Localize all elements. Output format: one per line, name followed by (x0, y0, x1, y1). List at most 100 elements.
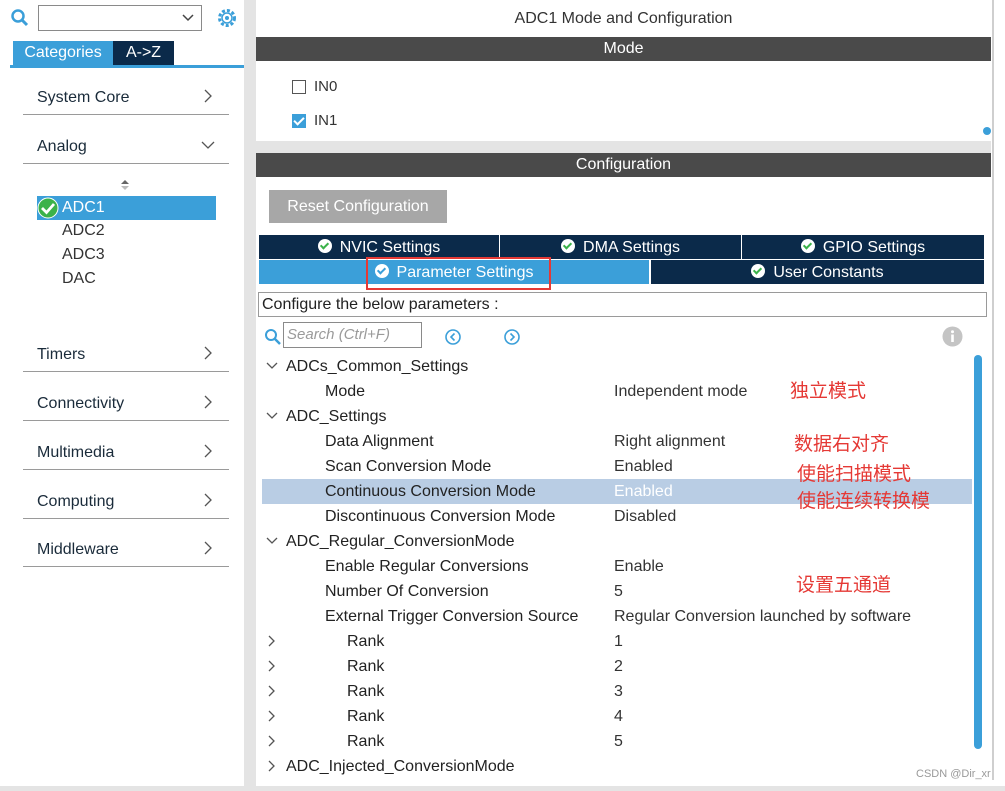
category-tabs: Categories A->Z (10, 41, 244, 68)
chevron-right-icon (204, 493, 212, 507)
vertical-scrollbar[interactable] (974, 355, 982, 749)
param-value[interactable]: 4 (614, 704, 623, 729)
tab-label: GPIO Settings (822, 239, 926, 256)
chevron-right-icon[interactable] (266, 710, 278, 722)
peripheral-adc1[interactable]: ADC1 (37, 196, 216, 220)
param-name: External Trigger Conversion Source (325, 608, 579, 625)
param-value[interactable]: 5 (614, 729, 623, 754)
param-value[interactable]: 5 (614, 579, 623, 604)
parameters-description: Configure the below parameters : (258, 292, 987, 317)
param-value[interactable]: Disabled (614, 504, 676, 529)
chevron-right-icon[interactable] (266, 635, 278, 647)
tab-categories[interactable]: Categories (13, 41, 113, 65)
peripheral-label: ADC2 (62, 222, 105, 239)
param-value[interactable]: Enable (614, 554, 664, 579)
highlight-box (366, 257, 551, 290)
chevron-right-icon[interactable] (266, 685, 278, 697)
panel-divider[interactable] (244, 0, 256, 791)
chevron-right-icon[interactable] (266, 735, 278, 747)
category-system-core[interactable]: System Core (23, 85, 229, 115)
mode-checkbox-in0[interactable]: IN0 (292, 76, 337, 98)
checkbox-checked[interactable] (292, 114, 306, 128)
check-circle-icon (37, 197, 59, 219)
param-group-adc-regular-conversionmode[interactable]: ADC_Regular_ConversionMode (262, 529, 972, 554)
param-value[interactable]: Independent mode (614, 379, 747, 404)
param-value[interactable]: Enabled (614, 454, 673, 479)
chevron-down-icon[interactable] (266, 360, 278, 372)
category-computing[interactable]: Computing (23, 489, 229, 519)
tab-dma-settings[interactable]: DMA Settings (500, 235, 741, 259)
category-middleware[interactable]: Middleware (23, 537, 229, 567)
peripheral-label: DAC (62, 270, 96, 287)
chevron-right-icon[interactable] (266, 760, 278, 772)
chevron-down-icon[interactable] (266, 410, 278, 422)
param-row-external-trigger-conversion-source[interactable]: External Trigger Conversion Source Regul… (262, 604, 972, 629)
gear-icon[interactable] (215, 6, 239, 30)
watermark: CSDN @Dir_xr (916, 768, 991, 780)
param-name: Mode (325, 383, 366, 400)
annotation-text: 设置五通道 (796, 574, 892, 596)
checkbox-label: IN1 (314, 112, 338, 129)
splitter[interactable] (256, 141, 991, 153)
category-label: Computing (37, 493, 115, 510)
peripheral-label: ADC3 (62, 246, 105, 263)
category-multimedia[interactable]: Multimedia (23, 440, 229, 470)
param-value[interactable]: Right alignment (614, 429, 725, 454)
peripheral-adc2[interactable]: ADC2 (37, 219, 216, 243)
tab-a-to-z[interactable]: A->Z (113, 41, 174, 65)
previous-icon[interactable] (444, 328, 462, 346)
tab-gpio-settings[interactable]: GPIO Settings (742, 235, 984, 259)
search-input[interactable] (38, 5, 202, 31)
param-name: Scan Conversion Mode (325, 458, 492, 475)
parameter-search-input[interactable]: Search (Ctrl+F) (283, 322, 422, 348)
param-name: ADC_Injected_ConversionMode (286, 758, 515, 775)
mode-header: Mode (256, 37, 991, 61)
checkbox[interactable] (292, 80, 306, 94)
tab-nvic-settings[interactable]: NVIC Settings (259, 235, 499, 259)
category-label: Timers (37, 346, 86, 363)
param-name: Continuous Conversion Mode (325, 483, 536, 500)
param-value[interactable]: 3 (614, 679, 623, 704)
peripheral-dac[interactable]: DAC (37, 267, 216, 291)
check-circle-icon (800, 239, 815, 253)
mode-checkbox-in1[interactable]: IN1 (292, 110, 337, 132)
param-value[interactable]: 1 (614, 629, 623, 654)
param-name: Data Alignment (325, 433, 434, 450)
reset-configuration-button[interactable]: Reset Configuration (269, 190, 447, 223)
param-value[interactable]: Regular Conversion launched by software (614, 604, 911, 629)
category-timers[interactable]: Timers (23, 342, 229, 372)
peripheral-adc3[interactable]: ADC3 (37, 243, 216, 267)
param-group-adc-injected-conversionmode[interactable]: ADC_Injected_ConversionMode (262, 754, 972, 779)
param-row-rank[interactable]: Rank 4 (262, 704, 972, 729)
category-connectivity[interactable]: Connectivity (23, 391, 229, 421)
param-row-rank[interactable]: Rank 2 (262, 654, 972, 679)
param-value[interactable]: 2 (614, 654, 623, 679)
chevron-down-icon[interactable] (181, 11, 195, 25)
param-row-rank[interactable]: Rank 1 (262, 629, 972, 654)
search-icon[interactable] (10, 8, 30, 28)
next-icon[interactable] (503, 328, 521, 346)
tab-user-constants[interactable]: User Constants (651, 260, 984, 284)
chevron-down-icon[interactable] (266, 535, 278, 547)
param-name: Rank (347, 658, 385, 675)
annotation-text: 使能连续转换模 (797, 490, 931, 512)
annotation-text: 数据右对齐 (794, 433, 890, 455)
param-row-rank[interactable]: Rank 5 (262, 729, 972, 754)
mode-scrollbar[interactable] (983, 127, 991, 135)
param-name: ADCs_Common_Settings (286, 358, 469, 375)
divider (992, 0, 994, 780)
checkbox-label: IN0 (314, 78, 338, 95)
chevron-down-icon (201, 141, 215, 149)
category-label: Connectivity (37, 395, 125, 412)
sort-icon[interactable] (119, 178, 131, 192)
category-label: Multimedia (37, 444, 115, 461)
right-edge (991, 0, 1005, 791)
chevron-right-icon (204, 346, 212, 360)
search-icon[interactable] (264, 328, 282, 346)
category-label: Analog (37, 138, 87, 155)
chevron-right-icon[interactable] (266, 660, 278, 672)
category-analog[interactable]: Analog (23, 134, 229, 164)
info-icon[interactable] (942, 326, 963, 347)
param-row-rank[interactable]: Rank 3 (262, 679, 972, 704)
param-group-adc-settings[interactable]: ADC_Settings (262, 404, 972, 429)
